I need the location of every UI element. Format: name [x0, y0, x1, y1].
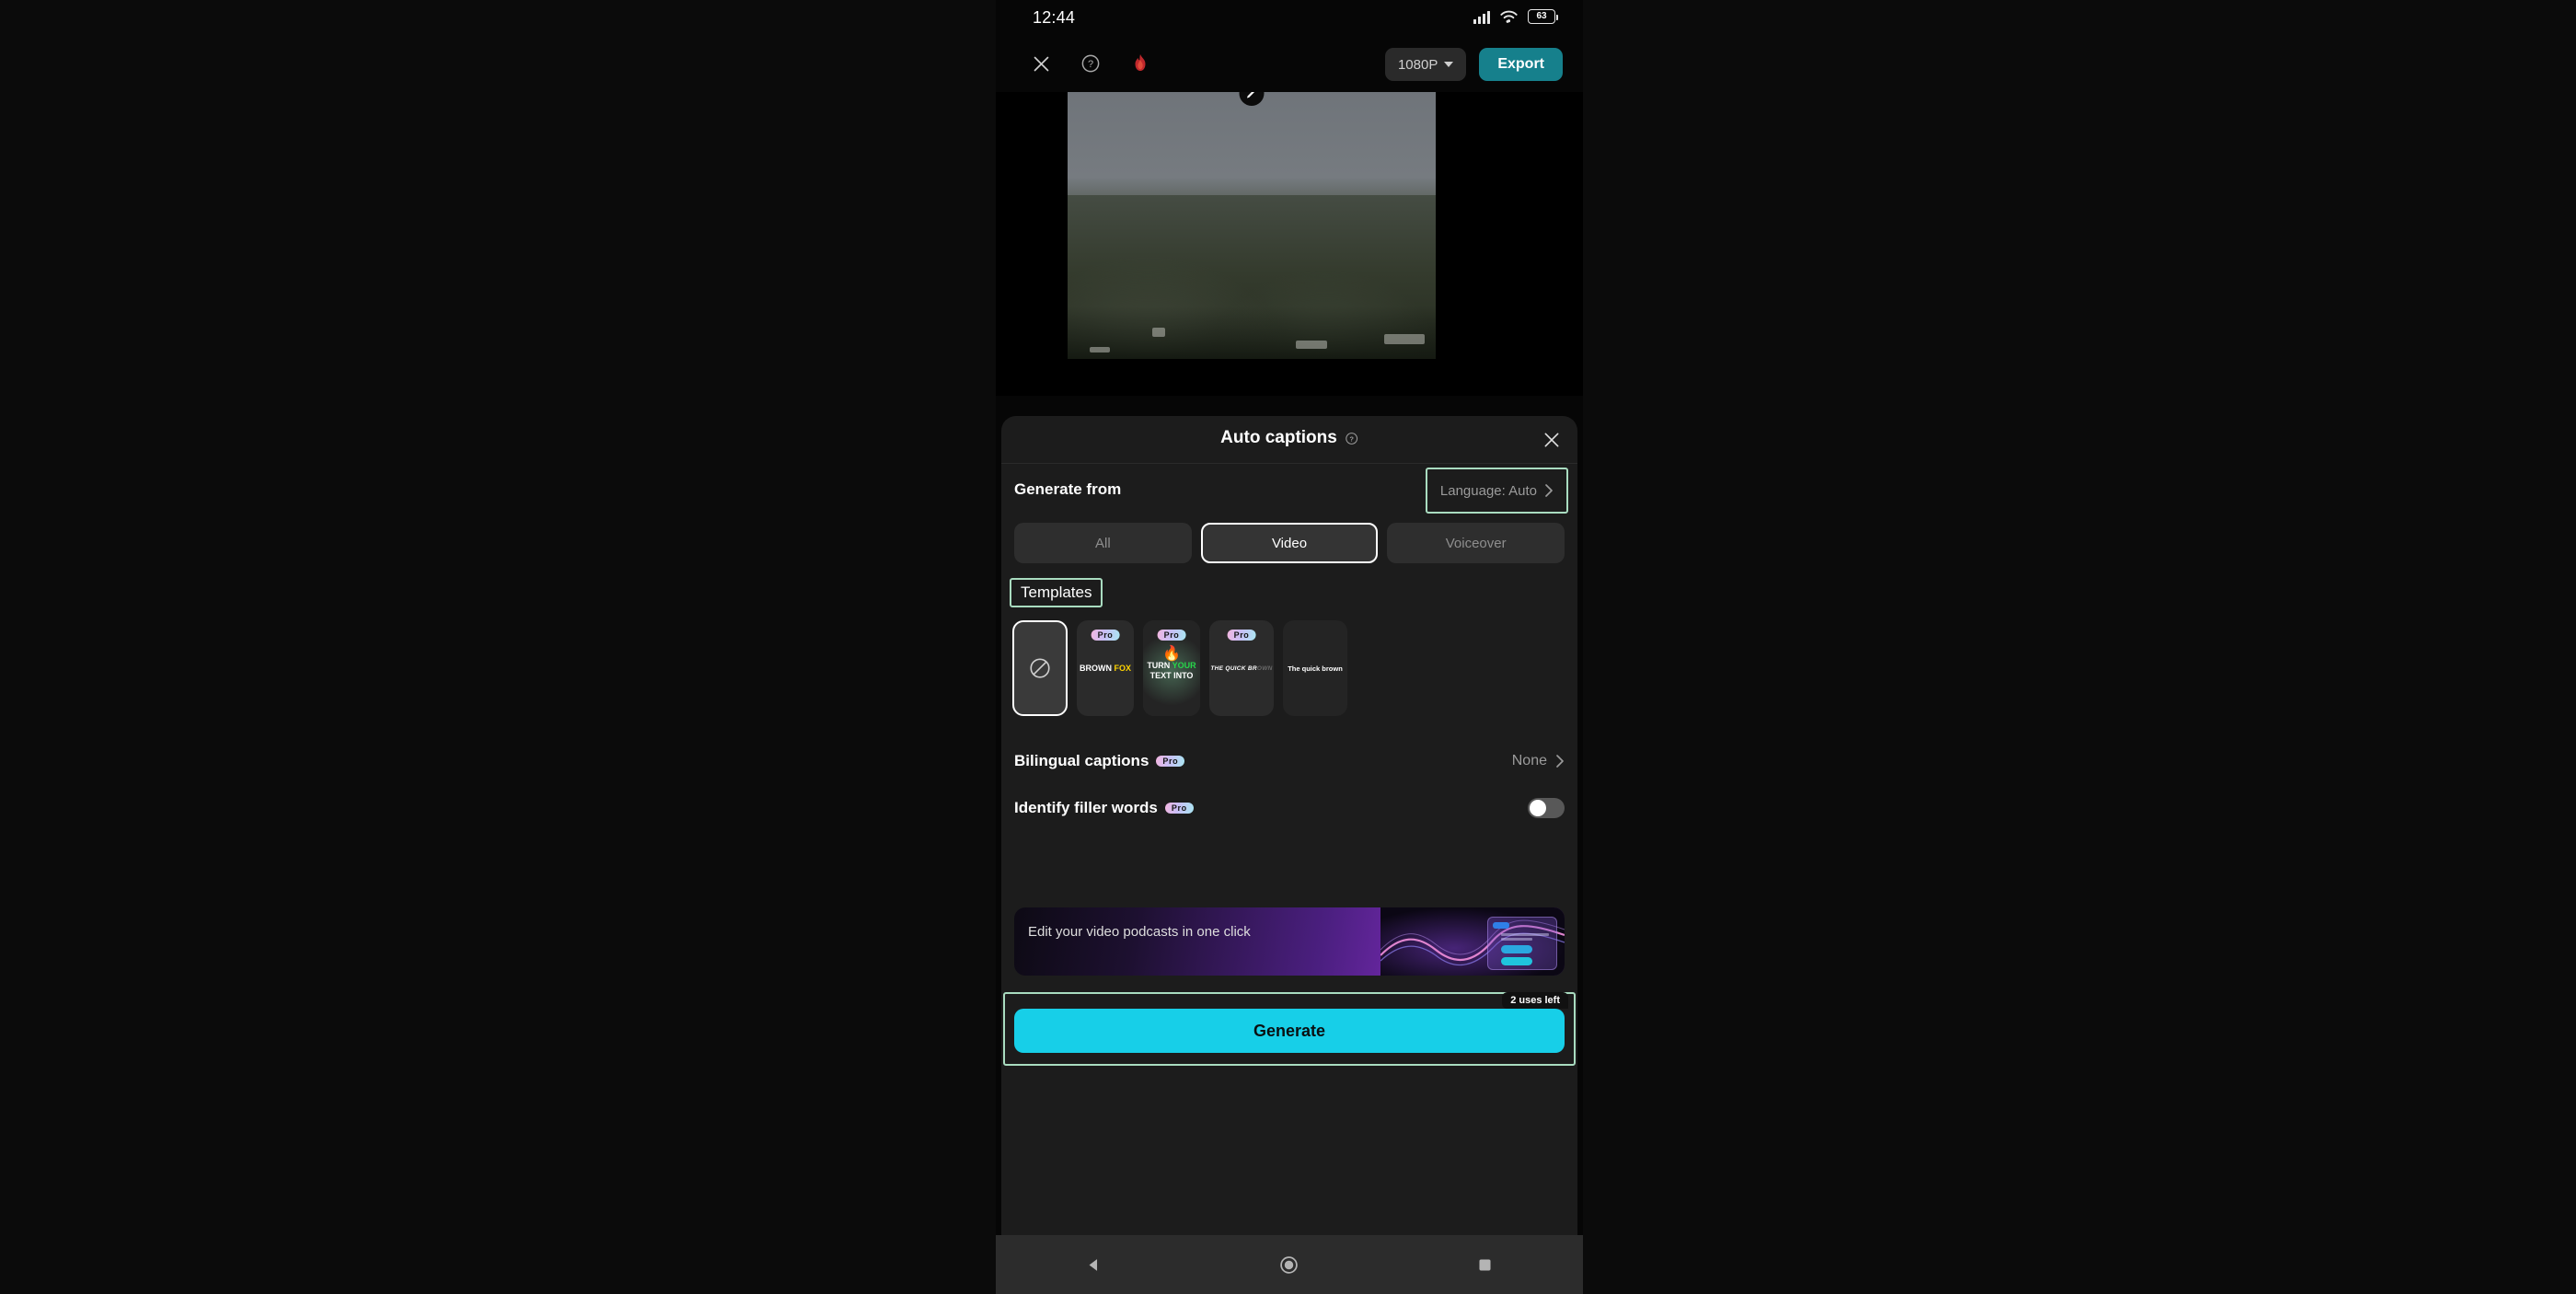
close-icon[interactable] — [1539, 427, 1565, 453]
resolution-value: 1080P — [1397, 56, 1438, 73]
auto-captions-sheet: Auto captions ? Generate from Language: … — [1001, 416, 1577, 1235]
android-nav-bar — [996, 1235, 1583, 1294]
generate-button[interactable]: Generate — [1014, 1009, 1565, 1053]
bilingual-value: None — [1511, 753, 1547, 768]
bilingual-value-group[interactable]: None — [1512, 753, 1565, 769]
template-line-3: TEXT INTO — [1149, 670, 1194, 680]
resolution-selector[interactable]: 1080P — [1384, 48, 1467, 81]
flame-icon: 🔥 — [1162, 646, 1181, 662]
status-clock: 12:44 — [1033, 8, 1076, 27]
template-preview-text: The quick brown — [1288, 664, 1343, 673]
no-template-icon — [1030, 658, 1050, 678]
toolbar-left-group: ? — [1027, 50, 1154, 77]
template-line-1: TURN — [1147, 661, 1171, 670]
svg-text:?: ? — [1088, 59, 1093, 70]
segment-all[interactable]: All — [1014, 523, 1192, 563]
podcast-promo-banner[interactable]: Edit your video podcasts in one click — [1014, 907, 1565, 976]
templates-carousel[interactable]: Pro BROWN FOX Pro 🔥 TURN YOUR TEXT INTO — [1012, 620, 1577, 716]
status-bar: 12:44 63 — [996, 0, 1583, 37]
video-preview-area — [996, 92, 1583, 396]
terrain-detail — [1152, 328, 1165, 337]
template-brown-fox[interactable]: Pro BROWN FOX — [1077, 620, 1134, 716]
template-preview-text: THE QUICK BROWN — [1210, 665, 1272, 672]
generate-from-row: Generate from Language: Auto — [1001, 468, 1577, 519]
pro-badge: Pro — [1156, 756, 1185, 767]
promo-ui-panel — [1487, 917, 1557, 970]
terrain-detail — [1296, 341, 1327, 349]
template-preview-text: BROWN FOX — [1078, 664, 1133, 674]
battery-icon: 63 — [1528, 9, 1558, 24]
recents-square-icon[interactable] — [1467, 1246, 1504, 1283]
toggle-knob — [1530, 800, 1546, 816]
help-circle-icon[interactable]: ? — [1077, 50, 1104, 77]
template-line-2: FOX — [1114, 663, 1132, 673]
pro-badge: Pro — [1157, 630, 1186, 641]
template-text: THE QUICK BR — [1210, 664, 1257, 672]
bottom-shadow — [1068, 306, 1436, 359]
export-button[interactable]: Export — [1479, 48, 1563, 81]
segment-video[interactable]: Video — [1200, 523, 1379, 563]
template-quick-brown-italic[interactable]: Pro THE QUICK BROWN — [1209, 620, 1274, 716]
promo-artwork — [1380, 907, 1565, 976]
bilingual-captions-row[interactable]: Bilingual captions Pro None — [1014, 740, 1565, 782]
panel-chip — [1493, 922, 1509, 929]
identify-filler-words-row: Identify filler words Pro — [1014, 787, 1565, 829]
template-quick-brown-plain[interactable]: The quick brown — [1283, 620, 1347, 716]
filler-label: Identify filler words — [1014, 799, 1158, 816]
pro-badge: Pro — [1164, 803, 1194, 814]
template-preview-text: TURN YOUR TEXT INTO — [1143, 661, 1200, 680]
help-circle-icon[interactable]: ? — [1345, 432, 1358, 445]
language-selector[interactable]: Language: Auto — [1429, 471, 1565, 510]
panel-text-line — [1501, 938, 1532, 941]
language-highlight-box: Language: Auto — [1425, 468, 1568, 514]
cellular-signal-icon — [1473, 10, 1490, 24]
flame-icon[interactable] — [1126, 50, 1154, 77]
edit-pencil-icon[interactable] — [1239, 92, 1265, 106]
terrain-detail — [1090, 347, 1110, 352]
status-indicators: 63 — [1473, 9, 1558, 24]
phone-viewport: 12:44 63 ? 1080P Export Auto captions ? … — [996, 0, 1583, 1294]
bilingual-label-group: Bilingual captions Pro — [1014, 752, 1185, 770]
home-circle-icon[interactable] — [1271, 1246, 1308, 1283]
wifi-icon — [1500, 10, 1518, 23]
page-title: Auto captions — [1220, 428, 1337, 447]
template-line-1: BROWN — [1079, 663, 1112, 673]
filler-words-toggle[interactable] — [1528, 798, 1565, 818]
segment-voiceover[interactable]: Voiceover — [1387, 523, 1565, 563]
template-text-faded: OWN — [1256, 664, 1273, 672]
filler-label-group: Identify filler words Pro — [1014, 799, 1194, 817]
template-turn-your-text-into[interactable]: Pro 🔥 TURN YOUR TEXT INTO — [1143, 620, 1200, 716]
template-none[interactable] — [1012, 620, 1068, 716]
template-line-2: YOUR — [1172, 661, 1196, 670]
panel-text-line — [1501, 933, 1549, 936]
templates-highlight-box: Templates — [1010, 578, 1103, 607]
panel-chip — [1501, 957, 1532, 965]
uses-left-badge: 2 uses left — [1502, 992, 1568, 1009]
chevron-down-icon — [1444, 62, 1454, 67]
generate-from-label: Generate from — [1014, 480, 1122, 498]
sheet-title-group: Auto captions ? — [1220, 428, 1358, 448]
language-value: Language: Auto — [1439, 482, 1537, 499]
source-segmented-control: All Video Voiceover — [1014, 523, 1565, 563]
promo-text: Edit your video podcasts in one click — [1028, 924, 1251, 940]
pro-badge: Pro — [1091, 630, 1120, 641]
close-icon[interactable] — [1027, 50, 1055, 77]
templates-label: Templates — [1021, 583, 1092, 601]
svg-text:?: ? — [1349, 434, 1354, 443]
bilingual-label: Bilingual captions — [1014, 752, 1149, 769]
chevron-right-icon — [1556, 755, 1564, 768]
chevron-right-icon — [1545, 484, 1553, 497]
editor-toolbar: ? 1080P Export — [996, 39, 1583, 92]
screen-root: 12:44 63 ? 1080P Export Auto captions ? … — [0, 0, 2576, 1294]
battery-level: 63 — [1536, 11, 1547, 21]
pro-badge: Pro — [1227, 630, 1256, 641]
terrain-detail — [1384, 334, 1425, 344]
back-triangle-icon[interactable] — [1075, 1246, 1112, 1283]
panel-chip — [1501, 945, 1532, 953]
sheet-header: Auto captions ? — [1001, 416, 1577, 464]
video-canvas[interactable] — [1068, 92, 1436, 359]
toolbar-right-group: 1080P Export — [1384, 48, 1563, 81]
